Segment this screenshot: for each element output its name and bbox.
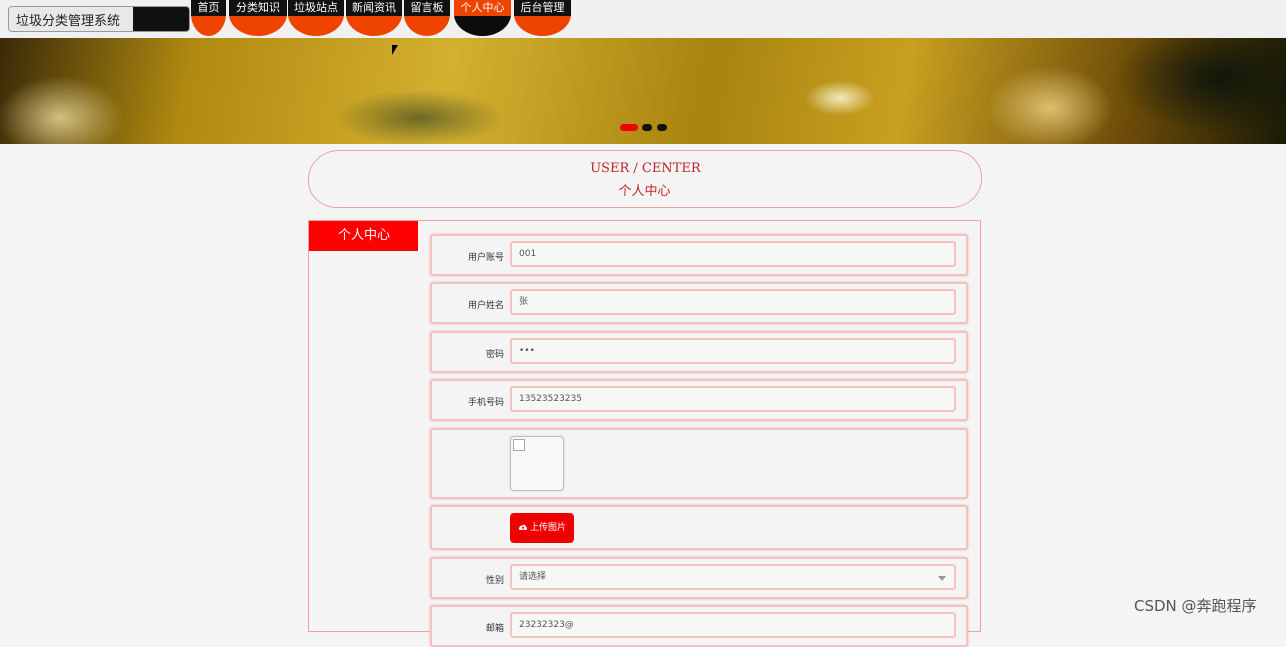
mouse-cursor-icon <box>392 45 398 55</box>
nav-item-label: 新闻资讯 <box>346 0 402 16</box>
chevron-down-icon <box>938 576 946 581</box>
nav-item-label: 首页 <box>191 0 226 16</box>
gender-select[interactable]: 请选择 <box>510 564 956 590</box>
account-input[interactable]: 001 <box>510 241 956 267</box>
gender-label: 性别 <box>485 576 504 586</box>
form-row-password: 密码 ••• <box>430 331 968 373</box>
carousel-dot[interactable] <box>642 124 652 131</box>
form-row-avatar <box>430 428 968 499</box>
nav-tab-shape <box>288 14 344 36</box>
form-row-name: 用户姓名 张 <box>430 282 968 324</box>
app-title: 垃圾分类管理系统 <box>16 14 121 29</box>
section-title-english: USER / CENTER <box>589 161 701 176</box>
nav-item-admin[interactable]: 后台管理 <box>514 0 571 36</box>
nav-tab-shape <box>229 14 287 36</box>
upload-image-button[interactable]: 上传图片 <box>510 513 574 543</box>
upload-button-label: 上传图片 <box>529 523 566 533</box>
user-profile-form: 用户账号 001 用户姓名 张 密码 ••• 手机号码 13523523235 … <box>418 220 981 647</box>
name-input[interactable]: 张 <box>510 289 956 315</box>
name-label: 用户姓名 <box>467 301 504 311</box>
nav-item-knowledge[interactable]: 分类知识 <box>229 0 287 36</box>
nav-tab-shape <box>514 14 571 36</box>
nav-item-news[interactable]: 新闻资讯 <box>346 0 402 36</box>
form-row-upload: 上传图片 <box>430 505 968 550</box>
gender-select-placeholder: 请选择 <box>519 572 547 582</box>
nav-item-label: 垃圾站点 <box>288 0 344 16</box>
nav-item-label: 个人中心 <box>454 0 511 16</box>
broken-image-icon <box>513 439 525 451</box>
app-title-box[interactable]: 垃圾分类管理系统 <box>8 6 190 32</box>
nav-item-messages[interactable]: 留言板 <box>404 0 450 36</box>
phone-input[interactable]: 13523523235 <box>510 386 956 412</box>
account-label: 用户账号 <box>467 253 504 263</box>
watermark: CSDN @奔跑程序 <box>1134 597 1257 615</box>
password-input[interactable]: ••• <box>510 338 956 364</box>
nav-item-label: 留言板 <box>404 0 450 16</box>
cloud-upload-icon <box>518 524 528 530</box>
nav-tab-shape <box>191 14 226 36</box>
sidebar: 个人中心 <box>308 220 420 632</box>
nav-item-stations[interactable]: 垃圾站点 <box>288 0 344 36</box>
nav-item-label: 后台管理 <box>514 0 571 16</box>
carousel-dot-active[interactable] <box>620 124 638 131</box>
form-row-email: 邮箱 23232323@ <box>430 605 968 647</box>
nav-item-user-center[interactable]: 个人中心 <box>454 0 511 36</box>
email-input[interactable]: 23232323@ <box>510 612 956 638</box>
nav-item-label: 分类知识 <box>229 0 287 16</box>
phone-label: 手机号码 <box>467 398 504 408</box>
form-row-gender: 性别 请选择 <box>430 557 968 599</box>
nav-tab-shape <box>346 14 402 36</box>
section-title-chinese: 个人中心 <box>618 184 671 199</box>
section-title-box: USER / CENTER 个人中心 <box>306 150 984 208</box>
nav-tab-shape <box>404 14 450 36</box>
nav-tab-shape <box>454 14 511 36</box>
form-row-phone: 手机号码 13523523235 <box>430 379 968 421</box>
form-row-account: 用户账号 001 <box>430 234 968 276</box>
carousel-dot[interactable] <box>657 124 667 131</box>
sidebar-item-user-center[interactable]: 个人中心 <box>309 221 419 251</box>
nav-item-home[interactable]: 首页 <box>191 0 226 36</box>
avatar-image[interactable] <box>510 436 564 491</box>
password-label: 密码 <box>485 350 504 360</box>
banner-carousel[interactable] <box>0 38 1286 144</box>
top-navigation-bar: 垃圾分类管理系统 首页 分类知识 垃圾站点 新闻资讯 留言板 个人中心 后台管理 <box>0 0 1286 38</box>
